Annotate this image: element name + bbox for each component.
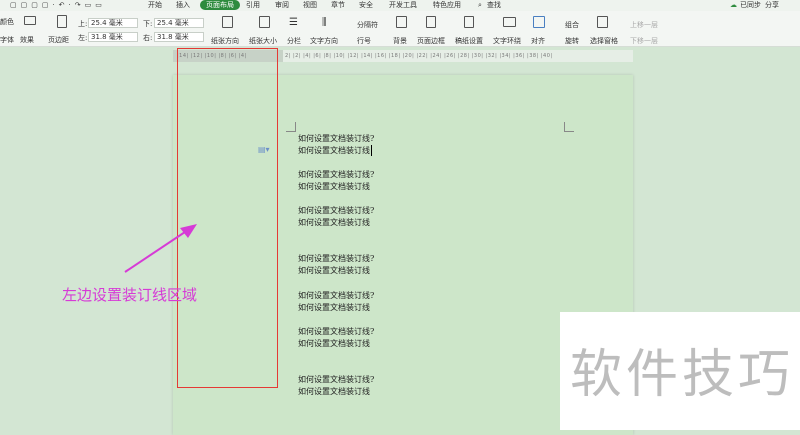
- watermark-text: 软件技巧: [570, 345, 795, 405]
- watermark-box: 软件技巧: [560, 312, 800, 430]
- annotation-label: 左边设置装订线区域: [62, 286, 198, 304]
